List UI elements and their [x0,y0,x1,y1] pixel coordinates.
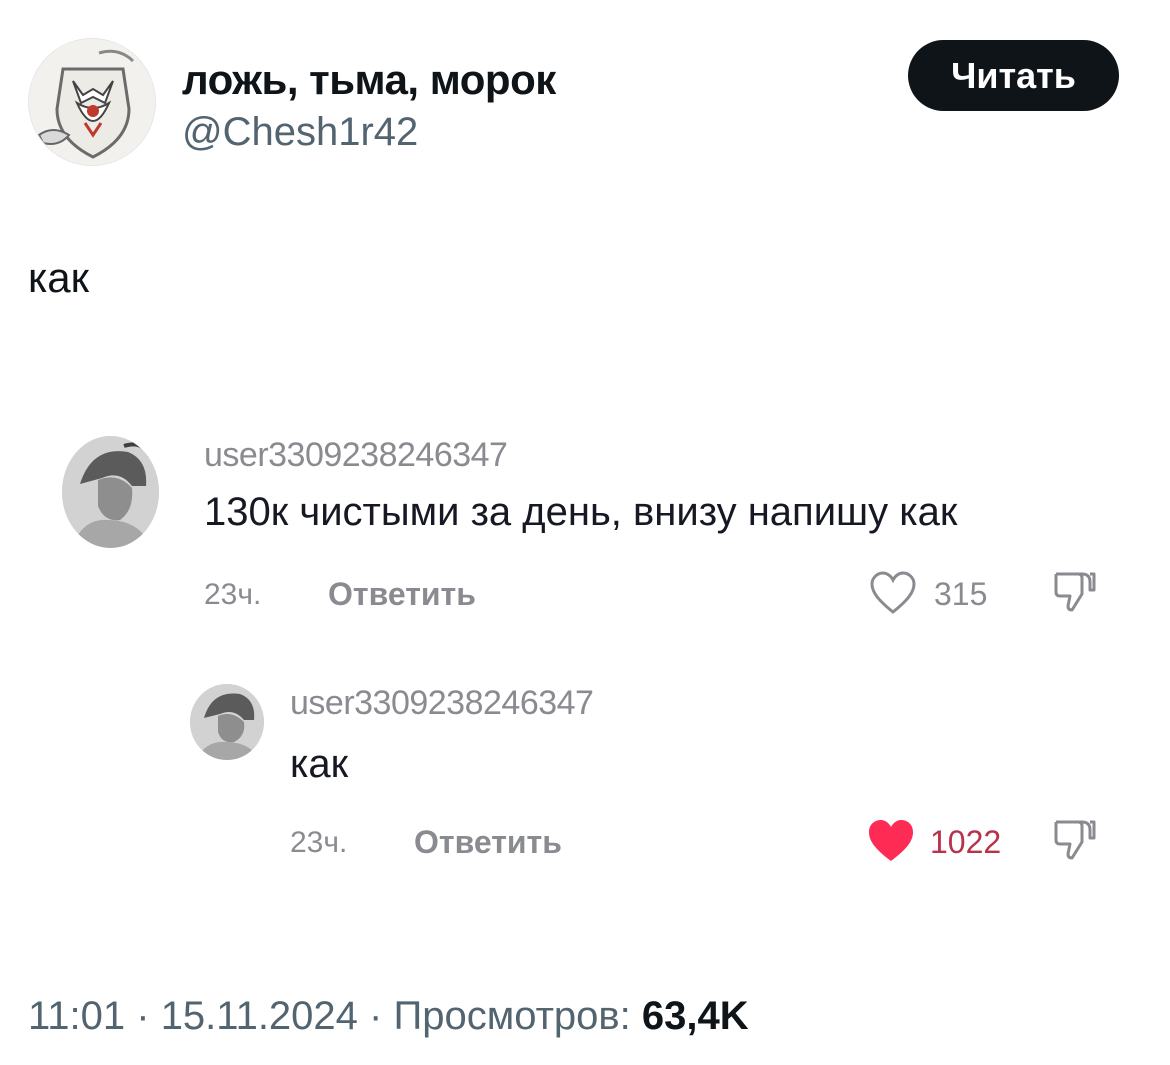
comment-username[interactable]: user3309238246347 [290,684,594,723]
tweet-date[interactable]: 15.11.2024 [161,994,358,1038]
views-label: Просмотров: [393,994,631,1038]
tweet-text: как [28,254,90,301]
statue-avatar-image [190,684,264,760]
comment-time: 23ч. [204,578,262,611]
thumbs-down-icon[interactable] [1050,568,1100,614]
display-name[interactable]: ложь, тьма, морок [182,56,556,104]
like-count: 1022 [930,824,1002,860]
comment-text: 130к чистыми за день, внизу напишу как [204,490,958,534]
heart-outline-icon[interactable] [868,570,918,616]
follow-button[interactable]: Читать [908,40,1119,111]
tweet-time[interactable]: 11:01 [28,994,125,1038]
comment-username[interactable]: user3309238246347 [204,436,508,475]
reply-button[interactable]: Ответить [328,576,476,613]
separator: · [125,994,161,1038]
comment-text: как [290,742,349,786]
tweet-meta: 11:01 · 15.11.2024 · Просмотров: 63,4K [28,994,749,1039]
comment-avatar[interactable] [62,436,159,548]
like-count: 315 [934,576,988,612]
profile-avatar[interactable] [28,38,156,166]
thumbs-down-icon[interactable] [1050,816,1100,862]
heart-filled-icon[interactable] [866,818,916,864]
reply-button[interactable]: Ответить [414,824,562,861]
reply-avatar[interactable] [190,684,264,760]
user-handle[interactable]: @Chesh1r42 [182,110,418,155]
comment-time: 23ч. [290,826,348,859]
separator: · [357,994,394,1038]
views-count: 63,4K [641,994,749,1038]
fox-shield-avatar-image [29,39,155,165]
statue-avatar-image [62,436,159,548]
